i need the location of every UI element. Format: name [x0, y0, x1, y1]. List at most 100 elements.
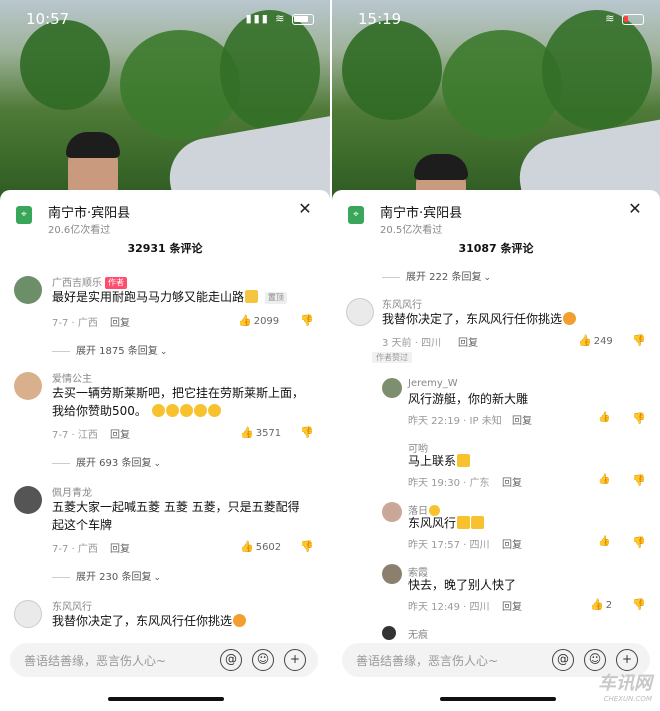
- emoji: [233, 614, 247, 627]
- reply-button[interactable]: 回复: [502, 536, 522, 551]
- reply-button[interactable]: 回复: [110, 426, 130, 441]
- comment-username[interactable]: 爱情公主: [52, 370, 92, 385]
- comment-username[interactable]: Jeremy_W: [408, 378, 458, 389]
- reply-button[interactable]: 回复: [502, 598, 522, 613]
- status-bar: 10:57 ▮▮▮ ≋: [0, 6, 330, 30]
- expand-replies-button[interactable]: 展开 693 条回复 ⌄: [52, 454, 161, 469]
- like-count: 2099: [253, 316, 280, 327]
- thumb-down-icon[interactable]: 👎: [632, 334, 646, 347]
- close-icon[interactable]: ✕: [626, 200, 644, 218]
- avatar[interactable]: [14, 600, 42, 628]
- thumb-down-icon[interactable]: 👎: [632, 536, 646, 549]
- status-bar: 15:19 ≋: [332, 6, 660, 30]
- comment-username[interactable]: 东风风行: [382, 296, 422, 311]
- watermark-logo: 车讯网 CHEXUN.COM: [598, 669, 652, 703]
- avatar[interactable]: [382, 626, 396, 640]
- emoji-icon[interactable]: ☺: [584, 649, 606, 671]
- thumb-up-icon: 👍: [578, 334, 592, 347]
- avatar[interactable]: [14, 372, 42, 400]
- status-icons: ▮▮▮ ≋: [246, 12, 314, 25]
- reply-button[interactable]: 回复: [512, 412, 532, 427]
- pinned-badge: 置顶: [264, 292, 287, 304]
- comment-meta: 昨天 19:30 · 广东: [408, 478, 490, 489]
- thumb-up-icon: 👍: [238, 314, 252, 327]
- emoji: [245, 290, 259, 303]
- comment-meta: 3 天前 · 四川: [382, 338, 442, 349]
- comment-count: 31087 条评论: [458, 242, 534, 255]
- emoji: [471, 516, 485, 529]
- comment-meta: 昨天 17:57 · 四川: [408, 540, 490, 551]
- like-count: 2: [605, 600, 613, 611]
- emoji: [457, 516, 471, 529]
- like-button[interactable]: 👍 3571: [240, 426, 281, 439]
- like-button[interactable]: 👍 2099: [238, 314, 279, 327]
- comment-meta: 7-7 · 广西: [52, 318, 98, 329]
- thumb-down-icon[interactable]: 👎: [632, 412, 646, 425]
- comment-text: 东风风行: [408, 516, 457, 530]
- avatar[interactable]: [346, 298, 374, 326]
- emoji: [457, 454, 471, 467]
- comment-count: 32931 条评论: [127, 242, 203, 255]
- thumb-up-icon[interactable]: 👍: [598, 474, 610, 485]
- expand-replies-label: 展开 230 条回复: [76, 572, 152, 583]
- comment-input-placeholder: 善语结善缘，恶言伤人心~: [356, 654, 499, 668]
- comment-username[interactable]: 佩月青龙: [52, 484, 92, 499]
- add-icon[interactable]: +: [616, 649, 638, 671]
- comment-username[interactable]: 无痕: [408, 626, 428, 641]
- reply-button[interactable]: 回复: [502, 474, 522, 489]
- home-indicator: [108, 697, 224, 701]
- thumb-down-icon[interactable]: 👎: [300, 314, 314, 327]
- video-background: [0, 0, 330, 200]
- thumb-down-icon[interactable]: 👎: [632, 598, 646, 611]
- thumb-up-icon: 👍: [240, 426, 254, 439]
- at-icon[interactable]: @: [552, 649, 574, 671]
- like-button[interactable]: 👍 249: [578, 334, 613, 347]
- video-person: [66, 132, 120, 198]
- reply-button[interactable]: 回复: [458, 334, 478, 349]
- expand-replies-button[interactable]: 展开 222 条回复 ⌄: [382, 268, 491, 283]
- emoji: [193, 404, 207, 417]
- emoji: [179, 404, 193, 417]
- comment-text: 最好是实用耐跑马马力够又能走山路: [52, 290, 245, 304]
- comment-text: 五菱大家一起喊五菱 五菱 五菱，只是五菱配得起这个车牌: [52, 500, 300, 532]
- reply-button[interactable]: 回复: [110, 314, 130, 329]
- expand-replies-button[interactable]: 展开 230 条回复 ⌄: [52, 568, 161, 583]
- expand-replies-label: 展开 1875 条回复: [76, 346, 158, 357]
- comment-text: 我替你决定了，东风风行任你挑选: [382, 312, 563, 326]
- emoji-icon[interactable]: ☺: [252, 649, 274, 671]
- reply-button[interactable]: 回复: [110, 540, 130, 555]
- expand-replies-button[interactable]: 展开 1875 条回复 ⌄: [52, 342, 167, 357]
- comment-meta: 7-7 · 广西: [52, 544, 98, 555]
- at-icon[interactable]: @: [220, 649, 242, 671]
- comment-text: 我替你决定了，东风风行任你挑选: [52, 614, 233, 628]
- like-count: 3571: [255, 428, 282, 439]
- comment-text: 快去，晚了别人快了: [408, 578, 517, 592]
- avatar[interactable]: [382, 564, 402, 584]
- avatar[interactable]: [14, 486, 42, 514]
- watermark-subtext: CHEXUN.COM: [603, 695, 652, 703]
- comment-text: 风行游艇，你的新大雕: [408, 392, 529, 406]
- close-icon[interactable]: ✕: [296, 200, 314, 218]
- like-button[interactable]: 👍 2: [590, 598, 612, 611]
- left-phone-screen: 10:57 ▮▮▮ ≋ ⌖ 南宁市·宾阳县 20.6亿次看过 ✕ 32931 条…: [0, 0, 330, 711]
- status-time: 10:57: [26, 10, 70, 28]
- view-count: 20.6亿次看过: [48, 225, 111, 236]
- thumb-down-icon[interactable]: 👎: [632, 474, 646, 487]
- chevron-down-icon: ⌄: [153, 459, 161, 469]
- avatar[interactable]: [382, 502, 402, 522]
- thumb-up-icon[interactable]: 👍: [598, 412, 610, 423]
- thumb-up-icon: 👍: [240, 540, 254, 553]
- thumb-down-icon[interactable]: 👎: [300, 426, 314, 439]
- avatar[interactable]: [14, 276, 42, 304]
- like-button[interactable]: 👍 5602: [240, 540, 281, 553]
- location-name: 南宁市·宾阳县: [48, 206, 131, 221]
- like-count: 5602: [255, 542, 282, 553]
- comment-input[interactable]: 善语结善缘，恶言伤人心~ @ ☺ +: [10, 643, 318, 677]
- comment-username[interactable]: 东风风行: [52, 598, 92, 613]
- avatar[interactable]: [382, 440, 402, 460]
- add-icon[interactable]: +: [284, 649, 306, 671]
- thumb-up-icon[interactable]: 👍: [598, 536, 610, 547]
- avatar[interactable]: [382, 378, 402, 398]
- chevron-down-icon: ⌄: [153, 573, 161, 583]
- thumb-down-icon[interactable]: 👎: [300, 540, 314, 553]
